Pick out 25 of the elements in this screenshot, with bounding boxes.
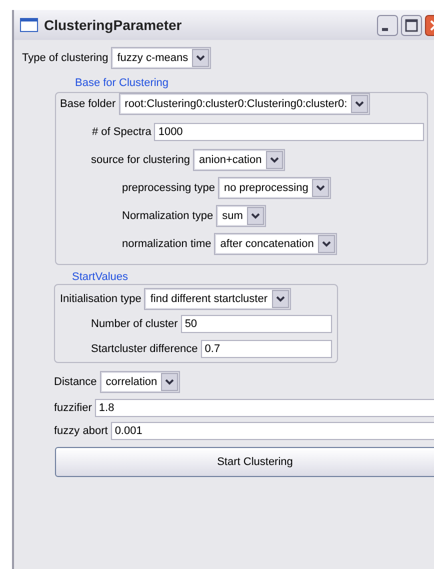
field-label: Initialisation type: [60, 292, 142, 307]
field-label: Number of cluster: [91, 316, 178, 332]
field-label: # of Spectra: [92, 124, 152, 140]
input-field[interactable]: 1.8: [94, 399, 434, 417]
field-label: fuzzifier: [54, 400, 92, 416]
window-title: ClusteringParameter: [44, 16, 183, 35]
group-title: StartValues: [71, 270, 130, 284]
field-label: Distance: [54, 374, 97, 390]
field-label: fuzzy abort: [54, 424, 108, 439]
field-label: Type of clustering: [22, 50, 108, 66]
maximize-button[interactable]: [401, 14, 422, 36]
input-field[interactable]: 1000: [154, 123, 424, 141]
field-label: normalization time: [122, 236, 212, 252]
minimize-button[interactable]: [377, 14, 398, 36]
window-icon: [20, 18, 38, 32]
input-field[interactable]: 50: [180, 315, 332, 333]
field-label: preprocessing type: [122, 180, 215, 196]
field-label: Startcluster difference: [91, 342, 198, 357]
group-title: Base for Clustering: [74, 76, 170, 90]
field-label: source for clustering: [91, 152, 190, 168]
field-label: Base folder: [60, 96, 116, 112]
input-field[interactable]: 0.001: [110, 422, 434, 440]
field-label: Normalization type: [122, 208, 214, 224]
input-field[interactable]: 0.7: [200, 340, 332, 358]
start-clustering-button[interactable]: Start Clustering: [55, 447, 434, 477]
